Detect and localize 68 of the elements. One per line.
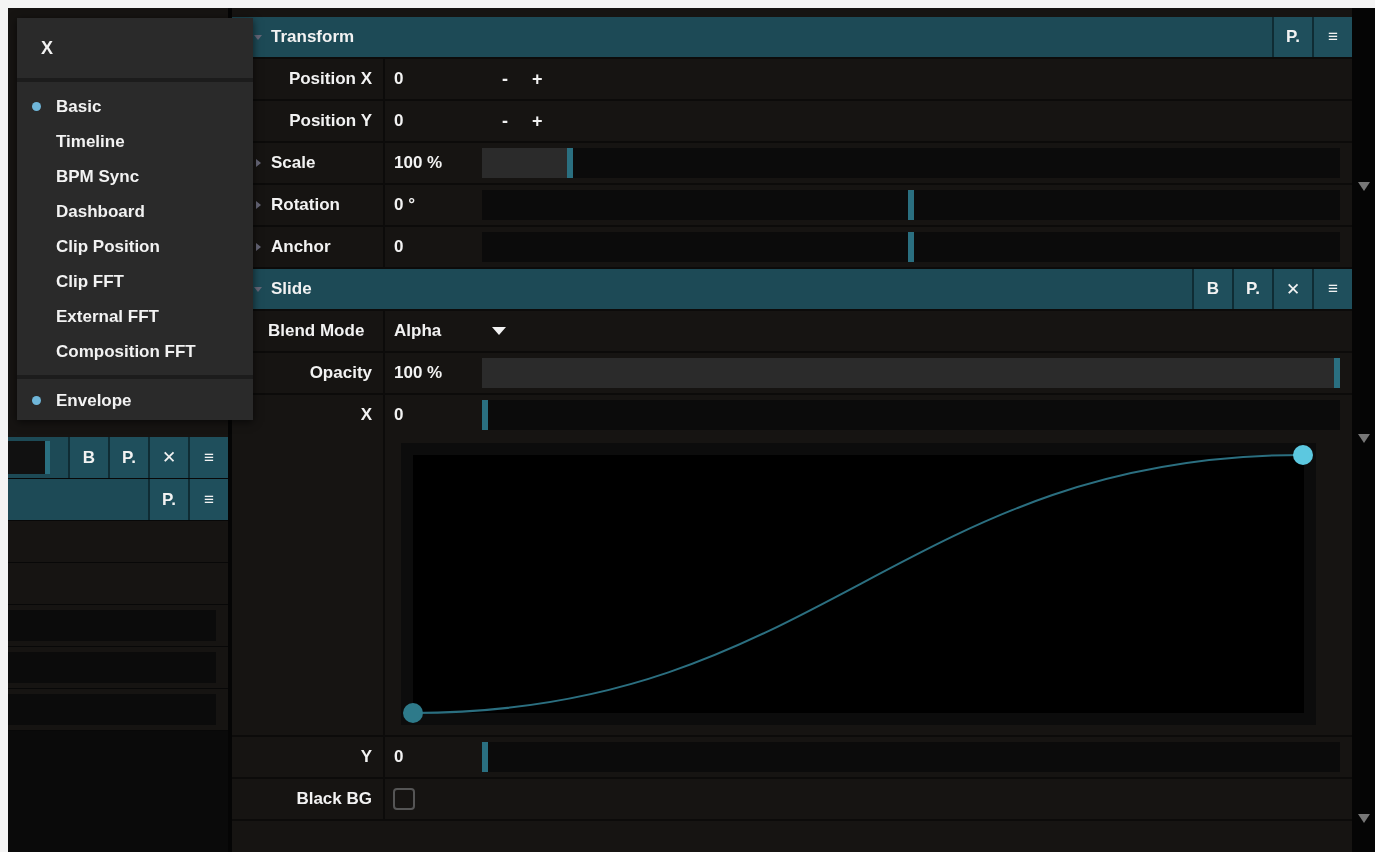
menu-item[interactable]: BPM Sync (17, 159, 253, 194)
menu-item[interactable]: Basic (17, 89, 253, 124)
param-value[interactable]: 0 (385, 111, 482, 131)
slider-handle[interactable] (908, 190, 914, 220)
header-button[interactable]: ✕ (148, 437, 188, 478)
header-button[interactable]: P. (108, 437, 148, 478)
param-label: Rotation (271, 195, 340, 215)
param-label: Y (360, 747, 372, 767)
param-label: Position Y (289, 111, 372, 131)
slider-track[interactable] (8, 652, 216, 683)
header-button[interactable]: P. (1232, 269, 1272, 309)
param-label: Scale (271, 153, 316, 173)
header-button[interactable]: ≡ (1312, 17, 1352, 57)
caret-icon[interactable] (492, 327, 506, 335)
slider-field[interactable] (8, 441, 50, 474)
slider-handle[interactable] (482, 742, 488, 772)
header-button[interactable]: P. (1272, 17, 1312, 57)
menu-item[interactable]: Composition FFT (17, 334, 253, 369)
param-label: Position X (288, 69, 372, 89)
slider-track[interactable] (482, 190, 1340, 220)
step-button[interactable]: - (500, 110, 510, 132)
step-button[interactable]: + (530, 110, 545, 132)
slider-track[interactable] (482, 400, 1340, 430)
slider-handle[interactable] (567, 148, 574, 178)
dropdown-value[interactable]: Alpha (385, 321, 442, 341)
scroll-arrow-icon[interactable] (1357, 434, 1370, 443)
slider-track[interactable] (8, 610, 216, 641)
section-title: Slide (271, 279, 312, 299)
slider-handle[interactable] (908, 232, 914, 262)
param-label: Anchor (271, 237, 331, 257)
header-button[interactable]: ≡ (188, 479, 228, 520)
param-label: Blend Mode (268, 321, 365, 341)
param-label: X (360, 405, 372, 425)
param-label: Opacity (309, 363, 372, 383)
menu-title: X (17, 18, 253, 82)
section-title: Transform (271, 27, 355, 47)
header-button[interactable]: ≡ (1312, 269, 1352, 309)
slider-handle[interactable] (1334, 358, 1340, 388)
menu-item[interactable]: Dashboard (17, 194, 253, 229)
header-button[interactable]: B (68, 437, 108, 478)
slider-track[interactable] (482, 742, 1340, 772)
param-value[interactable]: 100 % (385, 363, 482, 383)
checkbox[interactable] (393, 788, 415, 810)
param-value[interactable]: 0 (385, 747, 482, 767)
param-label: Black BG (296, 789, 372, 809)
header-button[interactable]: B (1192, 269, 1232, 309)
envelope-curve-drawing[interactable] (401, 443, 1316, 725)
slider-track[interactable] (482, 148, 1340, 178)
slider-track[interactable] (482, 232, 1340, 262)
param-value[interactable]: 100 % (385, 153, 482, 173)
param-value[interactable]: 0 (385, 237, 482, 257)
header-button[interactable]: P. (148, 479, 188, 520)
step-button[interactable]: + (530, 68, 545, 90)
menu-item[interactable]: Clip Position (17, 229, 253, 264)
slider-track[interactable] (482, 358, 1340, 388)
scroll-arrow-icon[interactable] (1357, 814, 1370, 823)
menu-item[interactable]: Timeline (17, 124, 253, 159)
header-button[interactable]: ✕ (1272, 269, 1312, 309)
param-value[interactable]: 0 (385, 69, 482, 89)
param-value[interactable]: 0 ° (385, 195, 482, 215)
slider-handle[interactable] (482, 400, 488, 430)
scroll-arrow-icon[interactable] (1357, 182, 1370, 191)
step-button[interactable]: - (500, 68, 510, 90)
menu-item[interactable]: Envelope (17, 383, 253, 418)
slider-track[interactable] (8, 694, 216, 725)
header-button[interactable]: ≡ (188, 437, 228, 478)
section-header[interactable]: Transform P. ≡ (232, 17, 1352, 59)
param-value[interactable]: 0 (385, 405, 482, 425)
